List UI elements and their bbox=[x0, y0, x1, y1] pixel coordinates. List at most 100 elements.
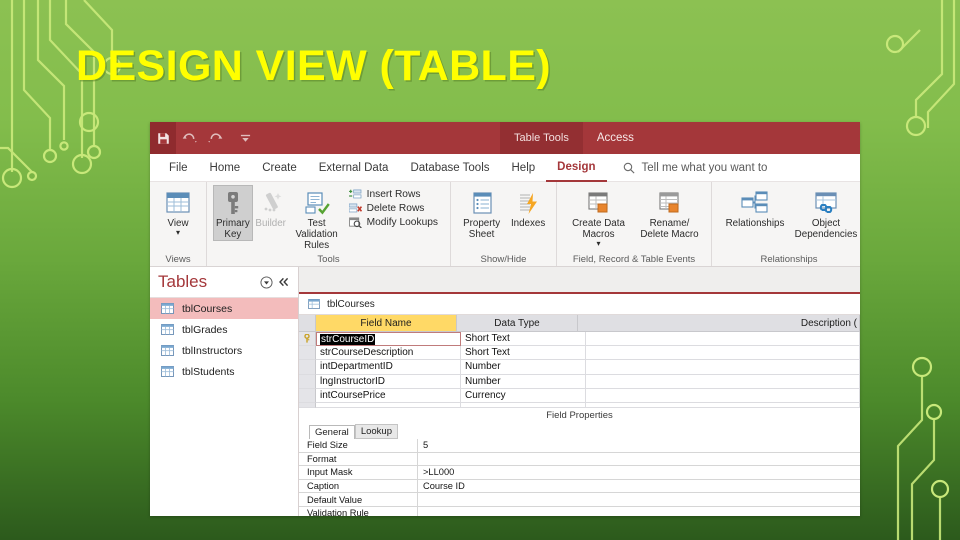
chevron-down-icon: ▾ bbox=[596, 239, 601, 248]
undo-button[interactable] bbox=[176, 122, 202, 154]
row-selector[interactable] bbox=[299, 346, 316, 361]
cell-field-name[interactable]: strCourseID bbox=[316, 332, 461, 347]
property-sheet-button[interactable]: Property Sheet bbox=[457, 185, 506, 240]
indexes-label: Indexes bbox=[510, 218, 546, 229]
property-row-format[interactable]: Format bbox=[299, 452, 860, 467]
cell-description[interactable] bbox=[586, 374, 860, 389]
column-header-data-type[interactable]: Data Type bbox=[457, 315, 578, 332]
tab-create[interactable]: Create bbox=[251, 155, 308, 181]
sidebar-item-tblstudents[interactable]: tblStudents bbox=[150, 361, 298, 382]
cell-field-name[interactable]: strCourseDescription bbox=[316, 346, 461, 361]
delete-rows-button[interactable]: Delete Rows bbox=[348, 203, 438, 214]
table-row[interactable]: lngInstructorID Number bbox=[299, 374, 860, 389]
tab-external-data[interactable]: External Data bbox=[308, 155, 400, 181]
property-sheet-label: Property Sheet bbox=[463, 218, 501, 240]
tab-database-tools[interactable]: Database Tools bbox=[399, 155, 500, 181]
property-row-default-value[interactable]: Default Value bbox=[299, 493, 860, 507]
contextual-tab-labels: Table Tools Access bbox=[500, 122, 648, 154]
navigation-pane-header: Tables bbox=[150, 267, 298, 298]
cell-description[interactable] bbox=[586, 360, 860, 375]
double-chevron-left-icon[interactable] bbox=[275, 272, 292, 292]
sidebar-item-tblinstructors[interactable]: tblInstructors bbox=[150, 340, 298, 361]
property-row-input-mask[interactable]: Input Mask >LL000 bbox=[299, 466, 860, 480]
relationships-button[interactable]: Relationships bbox=[718, 185, 792, 229]
relationships-icon bbox=[741, 188, 769, 218]
property-value[interactable] bbox=[418, 507, 860, 516]
tell-me-placeholder: Tell me what you want to bbox=[641, 161, 768, 174]
row-selector[interactable] bbox=[299, 332, 316, 347]
tab-general[interactable]: General bbox=[309, 424, 355, 439]
ribbon-group-label-field-record-table-events: Field, Record & Table Events bbox=[572, 254, 696, 265]
redo-arrow-icon bbox=[207, 132, 222, 143]
table-row[interactable]: strCourseID Short Text bbox=[299, 332, 860, 347]
indexes-button[interactable]: Indexes bbox=[506, 185, 550, 229]
cell-field-name-text: strCourseID bbox=[320, 333, 376, 345]
cell-field-name[interactable]: intDepartmentID bbox=[316, 360, 461, 375]
tab-help[interactable]: Help bbox=[501, 155, 547, 181]
cell-description[interactable] bbox=[586, 388, 860, 403]
column-header-description[interactable]: Description ( bbox=[578, 315, 860, 332]
primary-key-icon bbox=[304, 334, 310, 343]
rename-delete-macro-button[interactable]: Rename/ Delete Macro bbox=[634, 185, 705, 240]
property-row-caption[interactable]: Caption Course ID bbox=[299, 479, 860, 494]
tab-home[interactable]: Home bbox=[199, 155, 252, 181]
row-selector[interactable] bbox=[299, 360, 316, 375]
view-button[interactable]: View ▾ bbox=[156, 185, 200, 237]
redo-button[interactable] bbox=[202, 122, 228, 154]
tab-file[interactable]: File bbox=[158, 155, 199, 181]
context-group-label: Table Tools bbox=[500, 122, 583, 154]
quick-access-toolbar bbox=[150, 122, 262, 154]
property-value[interactable]: 5 bbox=[418, 439, 860, 452]
cell-field-name[interactable]: intCoursePrice bbox=[316, 388, 461, 403]
create-data-macros-label: Create Data Macros bbox=[572, 218, 625, 240]
cell-data-type[interactable]: Number bbox=[461, 374, 586, 389]
table-row[interactable]: strCourseDescription Short Text bbox=[299, 346, 860, 361]
property-row-field-size[interactable]: Field Size 5 bbox=[299, 438, 860, 453]
document-tab-strip bbox=[299, 267, 860, 294]
cell-field-name[interactable]: lngInstructorID bbox=[316, 374, 461, 389]
property-value[interactable]: Course ID bbox=[418, 480, 860, 493]
column-header-field-name[interactable]: Field Name bbox=[316, 315, 457, 332]
document-area: tblCourses Field Name Data Type Descript… bbox=[299, 267, 860, 516]
key-icon bbox=[221, 188, 245, 218]
cell-description[interactable] bbox=[586, 332, 860, 347]
cell-data-type[interactable]: Number bbox=[461, 360, 586, 375]
circuit-decoration-right bbox=[885, 0, 956, 540]
modify-lookups-button[interactable]: Modify Lookups bbox=[348, 217, 438, 228]
property-label: Input Mask bbox=[299, 466, 418, 479]
sidebar-item-tblcourses[interactable]: tblCourses bbox=[150, 298, 298, 319]
chevron-down-circle-icon[interactable] bbox=[258, 272, 275, 292]
cell-data-type[interactable]: Currency bbox=[461, 388, 586, 403]
sidebar-item-tblgrades[interactable]: tblGrades bbox=[150, 319, 298, 340]
tab-lookup[interactable]: Lookup bbox=[354, 423, 398, 439]
test-validation-rules-button[interactable]: Test Validation Rules bbox=[289, 185, 345, 251]
search-icon bbox=[623, 162, 635, 174]
property-value[interactable] bbox=[418, 453, 860, 466]
cell-data-type[interactable]: Short Text bbox=[461, 332, 586, 347]
insert-rows-button[interactable]: Insert Rows bbox=[348, 189, 438, 200]
customize-quick-access-button[interactable] bbox=[228, 122, 262, 154]
field-properties-panel: Field Properties General Lookup Field Si… bbox=[299, 407, 860, 516]
row-selector[interactable] bbox=[299, 388, 316, 403]
primary-key-button[interactable]: Primary Key bbox=[213, 185, 253, 241]
property-value[interactable] bbox=[418, 493, 860, 506]
document-tab-label: tblCourses bbox=[327, 298, 375, 310]
table-row[interactable]: intDepartmentID Number bbox=[299, 360, 860, 375]
property-row-validation-rule[interactable]: Validation Rule bbox=[299, 506, 860, 516]
table-row[interactable]: intCoursePrice Currency bbox=[299, 388, 860, 403]
cell-description[interactable] bbox=[586, 346, 860, 361]
rename-delete-macro-icon bbox=[656, 188, 684, 218]
object-dependencies-button[interactable]: Object Dependencies bbox=[792, 185, 860, 240]
row-selector[interactable] bbox=[299, 374, 316, 389]
delete-rows-icon bbox=[348, 203, 362, 213]
save-button[interactable] bbox=[150, 122, 176, 154]
sidebar-item-label: tblCourses bbox=[182, 302, 233, 315]
tell-me-search-box[interactable]: Tell me what you want to bbox=[623, 161, 768, 174]
tab-design[interactable]: Design bbox=[546, 154, 607, 182]
table-icon bbox=[161, 324, 174, 335]
cell-data-type[interactable]: Short Text bbox=[461, 346, 586, 361]
property-value[interactable]: >LL000 bbox=[418, 466, 860, 479]
document-title-bar[interactable]: tblCourses bbox=[299, 294, 860, 315]
delete-rows-label: Delete Rows bbox=[366, 203, 425, 214]
create-data-macros-button[interactable]: Create Data Macros ▾ bbox=[563, 185, 634, 248]
